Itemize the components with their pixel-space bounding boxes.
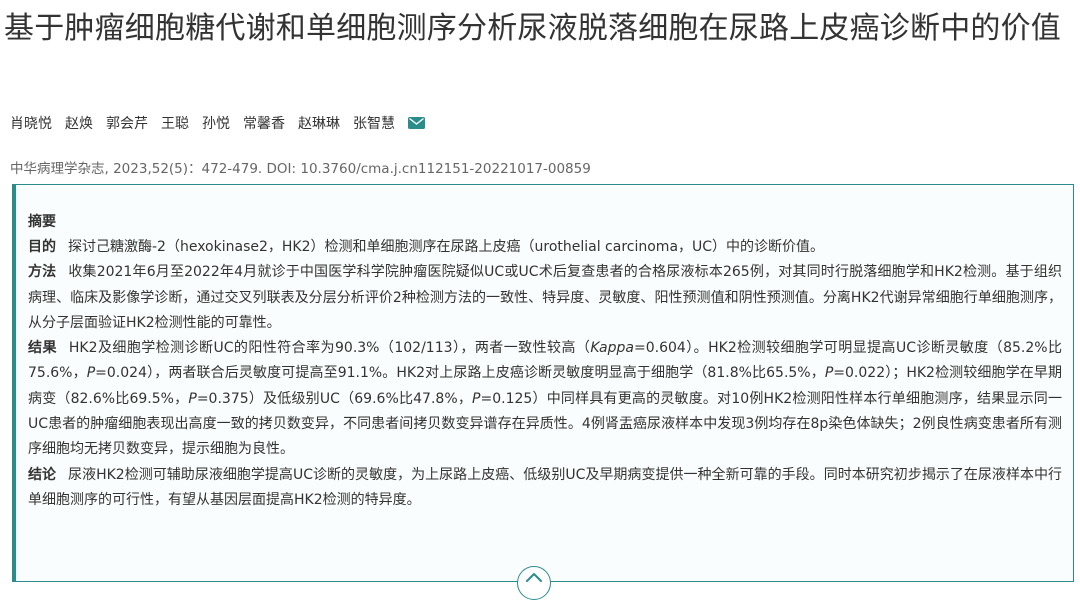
author-link[interactable]: 郭会芹	[106, 113, 148, 133]
abstract-section: 目的 探讨己糖激酶-2（hexokinase2，HK2）检测和单细胞测序在尿路上皮…	[28, 235, 1062, 260]
abstract-panel: 摘要 目的 探讨己糖激酶-2（hexokinase2，HK2）检测和单细胞测序在尿…	[12, 184, 1074, 582]
abstract-text: 尿液HK2检测可辅助尿液细胞学提高UC诊断的灵敏度，为上尿路上皮癌、低级别UC及…	[28, 466, 1063, 508]
author-link[interactable]: 赵焕	[65, 113, 93, 133]
abstract-heading: 摘要	[28, 214, 56, 230]
author-link[interactable]: 肖晓悦	[10, 113, 52, 133]
chevron-up-icon	[526, 573, 542, 582]
article-title: 基于肿瘤细胞糖代谢和单细胞测序分析尿液脱落细胞在尿路上皮癌诊断中的价值	[4, 11, 1061, 46]
author-list: 肖晓悦 赵焕 郭会芹 王聪 孙悦 常馨香 赵琳琳 张智慧	[10, 112, 425, 134]
italic-term: P	[86, 365, 96, 382]
abstract-section: 结果 HK2及细胞学检测诊断UC的阳性符合率为90.3%（102/113），两者一…	[28, 336, 1062, 462]
abstract-text: 探讨己糖激酶-2（hexokinase2，HK2）检测和单细胞测序在尿路上皮癌（…	[68, 239, 825, 255]
italic-term: P	[472, 390, 481, 407]
author-link[interactable]: 王聪	[161, 113, 189, 133]
abstract-text: =0.375）及低级别UC（69.6%比47.8%，	[196, 390, 473, 407]
abstract-body: 目的 探讨己糖激酶-2（hexokinase2，HK2）检测和单细胞测序在尿路上皮…	[28, 235, 1062, 513]
italic-term: Kappa	[590, 340, 634, 357]
abstract-section-label: 目的	[28, 239, 56, 255]
abstract-section-label: 结果	[28, 340, 57, 357]
collapse-toggle-button[interactable]	[517, 566, 551, 600]
author-link[interactable]: 张智慧	[353, 113, 395, 133]
abstract-section: 结论 尿液HK2检测可辅助尿液细胞学提高UC诊断的灵敏度，为上尿路上皮癌、低级别U…	[28, 463, 1062, 514]
abstract-text: 收集2021年6月至2022年4月就诊于中国医学科学院肿瘤医院疑似UC或UC术后…	[28, 264, 1063, 331]
abstract-text: HK2及细胞学检测诊断UC的阳性符合率为90.3%（102/113），两者一致性…	[68, 340, 591, 357]
abstract-section: 方法 收集2021年6月至2022年4月就诊于中国医学科学院肿瘤医院疑似UC或UC…	[28, 260, 1062, 336]
italic-term: P	[188, 390, 197, 407]
author-link[interactable]: 孙悦	[202, 113, 230, 133]
abstract-text: =0.024），两者联合后灵敏度可提高至91.1%。HK2对上尿路上皮癌诊断灵敏…	[95, 365, 825, 382]
journal-citation: 中华病理学杂志, 2023,52(5)：472-479. DOI: 10.376…	[10, 161, 591, 177]
author-link[interactable]: 常馨香	[243, 113, 285, 133]
abstract-section-label: 结论	[28, 466, 57, 483]
mail-icon[interactable]	[408, 117, 425, 129]
author-link[interactable]: 赵琳琳	[298, 113, 340, 133]
abstract-section-label: 方法	[28, 264, 57, 281]
